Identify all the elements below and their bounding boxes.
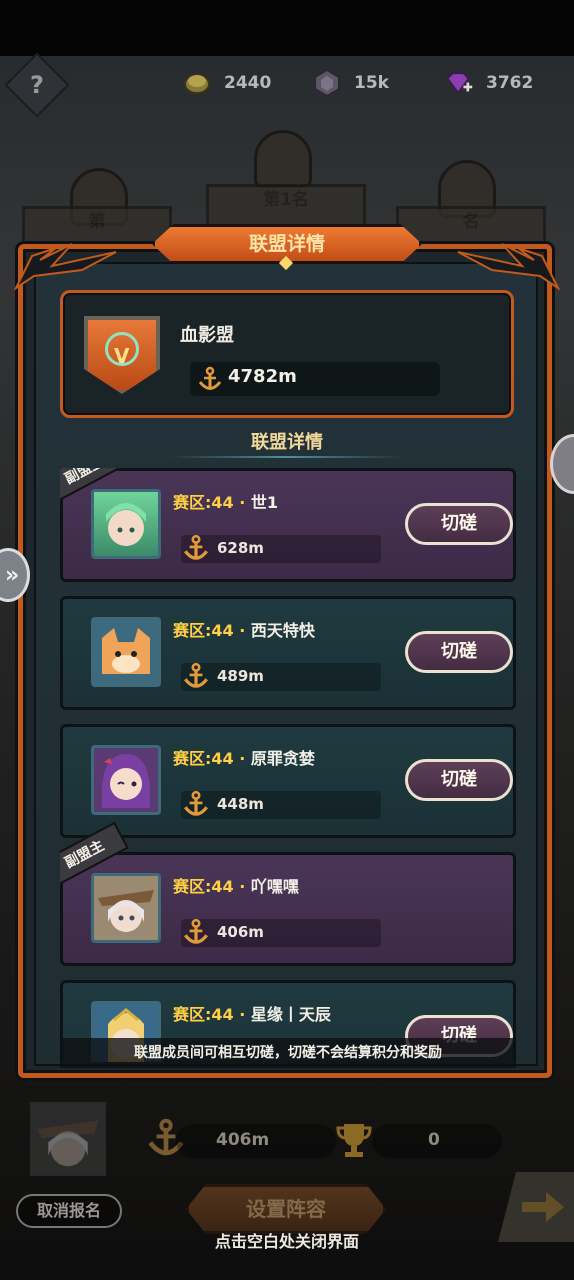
gem-plus-icon [444,68,474,98]
member-server: 赛区:44 [173,749,234,768]
duel-button[interactable]: 切磋 [405,503,513,545]
guild-name: 血影盟 [180,325,234,346]
member-distance-box: 628m [181,534,381,563]
member-row: 赛区:44 · 吖嘿嘿 406m 副盟主 [60,821,516,966]
member-row: 赛区:44 · 西天特快 489m 切磋 [60,596,516,710]
member-avatar [91,745,161,815]
member-server-name: 赛区:44 · 吖嘿嘿 [173,877,299,896]
member-row: 赛区:44 · 原罪贪婪 448m 切磋 [60,724,516,838]
member-server-name: 赛区:44 · 原罪贪婪 [173,749,315,768]
member-server: 赛区:44 [173,493,234,512]
member-server-name: 赛区:44 · 西天特快 [173,621,315,640]
close-hint-text: 点击空白处关闭界面 [214,1232,359,1251]
duel-button[interactable]: 切磋 [405,759,513,801]
crystal-counter: 15k [312,66,389,100]
duel-hint-bar: 联盟成员间可相互切磋，切磋不会结算积分和奖励 [60,1038,516,1068]
anchor-icon [198,366,222,390]
member-name: 原罪贪婪 [250,749,315,768]
guild-distance-box: 4782m [190,362,440,396]
player-avatar [30,1102,106,1176]
member-distance-box: 489m [181,662,381,691]
trophy-count: 0 [428,1130,440,1150]
member-server: 赛区:44 [173,621,234,640]
member-distance-box: 448m [181,790,381,819]
member-server: 赛区:44 [173,1005,234,1024]
member-distance-box: 406m [181,918,381,947]
trophy-icon [336,1124,372,1157]
member-distance: 448m [217,795,264,813]
guild-distance: 4782m [228,366,297,387]
thorn-decoration-right [457,243,561,290]
anchor-icon [184,918,208,944]
member-name: 星缘丨天辰 [250,1005,331,1024]
member-name: 吖嘿嘿 [250,877,299,896]
member-name: 世1 [250,493,279,512]
anchor-icon [184,662,208,688]
gem-counter[interactable]: 3762 [444,66,533,100]
trophy-box: 0 [372,1124,502,1158]
player-distance: 406m [216,1130,270,1150]
member-avatar [91,873,161,943]
member-list[interactable]: 赛区:44 · 世1 628m 切磋 副盟主 赛区:44 · 西天特快 489m… [60,468,520,1062]
member-avatar [91,489,161,559]
duel-hint-text: 联盟成员间可相互切磋，切磋不会结算积分和奖励 [134,1045,442,1061]
status-bar [0,0,574,56]
modal-title: 联盟详情 [248,233,325,255]
question-icon: ? [30,71,44,99]
gold-counter: 2440 [182,66,271,100]
member-name: 西天特快 [250,621,315,640]
gold-value: 2440 [224,73,272,93]
member-server-name: 赛区:44 · 世1 [173,493,279,512]
members-section-title: 联盟详情 [251,432,323,453]
gem-value: 3762 [486,73,534,93]
thorn-decoration-left [13,243,117,290]
member-server-name: 赛区:44 · 星缘丨天辰 [173,1005,331,1024]
member-distance: 406m [217,923,264,941]
duel-button[interactable]: 切磋 [405,631,513,673]
setup-lineup-button[interactable]: 设置阵容 [186,1184,386,1234]
member-distance: 628m [217,539,264,557]
member-avatar [91,617,161,687]
arrow-right-icon [522,1192,564,1222]
crystal-value: 15k [354,73,389,93]
anchor-icon [184,534,208,560]
section-divider [170,456,404,458]
member-server: 赛区:44 [173,877,234,896]
cancel-registration-button[interactable]: 取消报名 [16,1194,122,1228]
crystal-icon [312,68,342,98]
setup-lineup-label: 设置阵容 [246,1197,326,1221]
chevron-right-icon: » [5,563,20,588]
anchor-icon [184,790,208,816]
player-distance-box: 406m [176,1124,336,1158]
member-row: 赛区:44 · 世1 628m 切磋 副盟主 [60,468,516,582]
gold-icon [182,68,212,98]
member-distance: 489m [217,667,264,685]
